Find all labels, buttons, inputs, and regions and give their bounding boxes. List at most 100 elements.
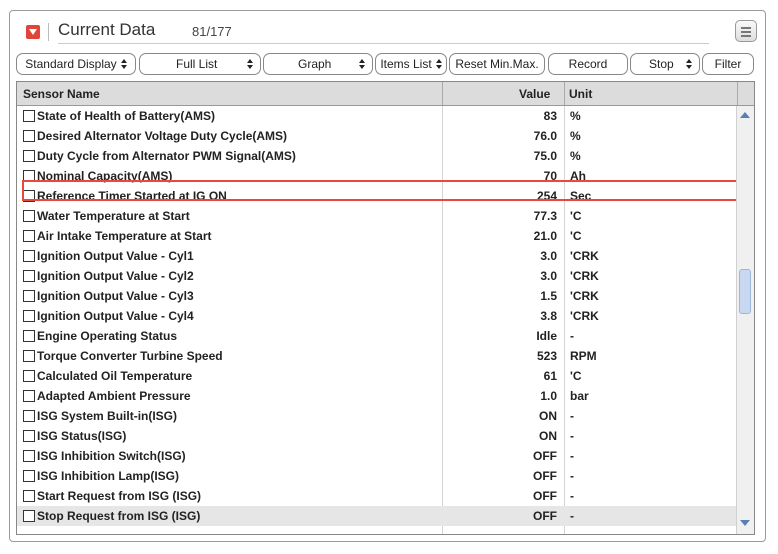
column-header-unit[interactable]: Unit [569, 87, 592, 101]
table-row[interactable]: ISG Status(ISG) ON - [17, 426, 737, 446]
record-label: Record [568, 57, 608, 71]
sensor-value: Idle [536, 329, 557, 343]
sensor-value: ON [539, 429, 557, 443]
reset-min-max-button[interactable]: Reset Min.Max. [449, 53, 545, 75]
table-row[interactable]: ISG System Built-in(ISG) ON - [17, 406, 737, 426]
column-divider [737, 82, 738, 105]
row-checkbox[interactable] [23, 210, 35, 222]
sensor-unit: 'CRK [570, 249, 599, 263]
scroll-thumb[interactable] [739, 269, 751, 314]
row-checkbox[interactable] [23, 250, 35, 262]
sensor-name: Engine Operating Status [37, 329, 178, 343]
table-row[interactable]: Calculated Oil Temperature 61 'C [17, 366, 737, 386]
table-row[interactable]: ISG Inhibition Lamp(ISG) OFF - [17, 466, 737, 486]
table-row[interactable]: Desired Alternator Voltage Duty Cycle(AM… [17, 126, 737, 146]
sensor-value: OFF [533, 469, 557, 483]
row-checkbox[interactable] [23, 430, 35, 442]
sensor-name: Calculated Oil Temperature [37, 369, 193, 383]
full-list-select[interactable]: Full List [139, 53, 261, 75]
graph-label: Graph [298, 57, 332, 71]
sensor-name: Ignition Output Value - Cyl1 [37, 249, 194, 263]
row-checkbox[interactable] [23, 330, 35, 342]
table-row[interactable]: Duty Cycle from Alternator PWM Signal(AM… [17, 146, 737, 166]
vertical-scrollbar[interactable] [736, 106, 754, 534]
row-checkbox[interactable] [23, 390, 35, 402]
row-checkbox[interactable] [23, 490, 35, 502]
sensor-value: 21.0 [533, 229, 557, 243]
sensor-name: State of Health of Battery(AMS) [37, 109, 216, 123]
row-checkbox[interactable] [23, 350, 35, 362]
column-header-value[interactable]: Value [519, 87, 550, 101]
table-row[interactable]: Air Intake Temperature at Start 21.0 'C [17, 226, 737, 246]
table-row[interactable]: Stop Request from ISG (ISG) OFF - [17, 506, 737, 526]
header-divider [48, 23, 49, 41]
row-checkbox[interactable] [23, 310, 35, 322]
table-row[interactable]: State of Health of Battery(AMS) 83% [17, 106, 737, 126]
table-row[interactable]: Ignition Output Value - Cyl1 3.0 'CRK [17, 246, 737, 266]
row-checkbox[interactable] [23, 510, 35, 522]
items-list-select[interactable]: Items List [375, 53, 447, 75]
row-checkbox[interactable] [23, 110, 35, 122]
sensor-name: Water Temperature at Start [37, 209, 190, 223]
sensor-name: ISG System Built-in(ISG) [37, 409, 178, 423]
sensor-table: Sensor Name Value Unit State of Health o… [16, 81, 755, 535]
column-divider [564, 82, 565, 105]
sensor-value: 61 [543, 369, 557, 383]
filter-button[interactable]: Filter [702, 53, 754, 75]
scroll-down-icon[interactable] [740, 520, 750, 526]
table-row[interactable]: Adapted Ambient Pressure 1.0 bar [17, 386, 737, 406]
header-underline [58, 43, 709, 44]
stop-label: Stop [649, 57, 674, 71]
table-row[interactable]: Engine Operating Status Idle - [17, 326, 737, 346]
standard-display-select[interactable]: Standard Display [16, 53, 136, 75]
sensor-name: Ignition Output Value - Cyl4 [37, 309, 194, 323]
record-button[interactable]: Record [548, 53, 628, 75]
panel-title: Current Data [58, 20, 156, 39]
row-checkbox[interactable] [23, 370, 35, 382]
table-row[interactable]: ISG Inhibition Switch(ISG) OFF - [17, 446, 737, 466]
table-row[interactable]: Ignition Output Value - Cyl3 1.5 'CRK [17, 286, 737, 306]
menu-icon[interactable] [735, 20, 757, 42]
collapse-icon[interactable] [26, 25, 40, 39]
sensor-name: Ignition Output Value - Cyl3 [37, 289, 194, 303]
sensor-unit: RPM [570, 349, 597, 363]
row-checkbox[interactable] [23, 150, 35, 162]
sensor-unit: - [570, 409, 574, 423]
table-row[interactable]: Torque Converter Turbine Speed 523 RPM [17, 346, 737, 366]
sensor-unit: % [570, 109, 581, 123]
sensor-unit: 'CRK [570, 269, 599, 283]
table-row[interactable]: Ignition Output Value - Cyl2 3.0 'CRK [17, 266, 737, 286]
sensor-value: 76.0 [533, 129, 557, 143]
spinner-icon [120, 59, 127, 69]
sensor-name: Start Request from ISG (ISG) [37, 489, 202, 503]
graph-select[interactable]: Graph [263, 53, 373, 75]
sensor-name: Desired Alternator Voltage Duty Cycle(AM… [37, 129, 288, 143]
sensor-value: 3.8 [540, 309, 557, 323]
row-checkbox[interactable] [23, 230, 35, 242]
sensor-value: 3.0 [540, 249, 557, 263]
table-row[interactable]: Water Temperature at Start 77.3 'C [17, 206, 737, 226]
row-checkbox[interactable] [23, 130, 35, 142]
row-checkbox[interactable] [23, 450, 35, 462]
row-checkbox[interactable] [23, 290, 35, 302]
sensor-unit: - [570, 429, 574, 443]
sensor-name: Torque Converter Turbine Speed [37, 349, 223, 363]
sensor-value: 75.0 [533, 149, 557, 163]
row-checkbox[interactable] [23, 470, 35, 482]
sensor-name: ISG Inhibition Switch(ISG) [37, 449, 186, 463]
row-checkbox[interactable] [23, 270, 35, 282]
stop-select[interactable]: Stop [630, 53, 700, 75]
table-row[interactable]: Start Request from ISG (ISG) OFF - [17, 486, 737, 506]
table-row[interactable]: Ignition Output Value - Cyl4 3.8 'CRK [17, 306, 737, 326]
filter-label: Filter [714, 57, 742, 71]
sensor-unit: bar [570, 389, 589, 403]
sensor-unit: - [570, 489, 574, 503]
sensor-unit: 'C [570, 229, 582, 243]
sensor-value: ON [539, 409, 557, 423]
row-checkbox[interactable] [23, 410, 35, 422]
column-header-sensor-name[interactable]: Sensor Name [23, 87, 100, 101]
reset-label: Reset Min.Max. [455, 57, 539, 71]
scroll-up-icon[interactable] [740, 112, 750, 118]
sensor-name: Stop Request from ISG (ISG) [37, 509, 201, 523]
spinner-icon [435, 59, 442, 69]
